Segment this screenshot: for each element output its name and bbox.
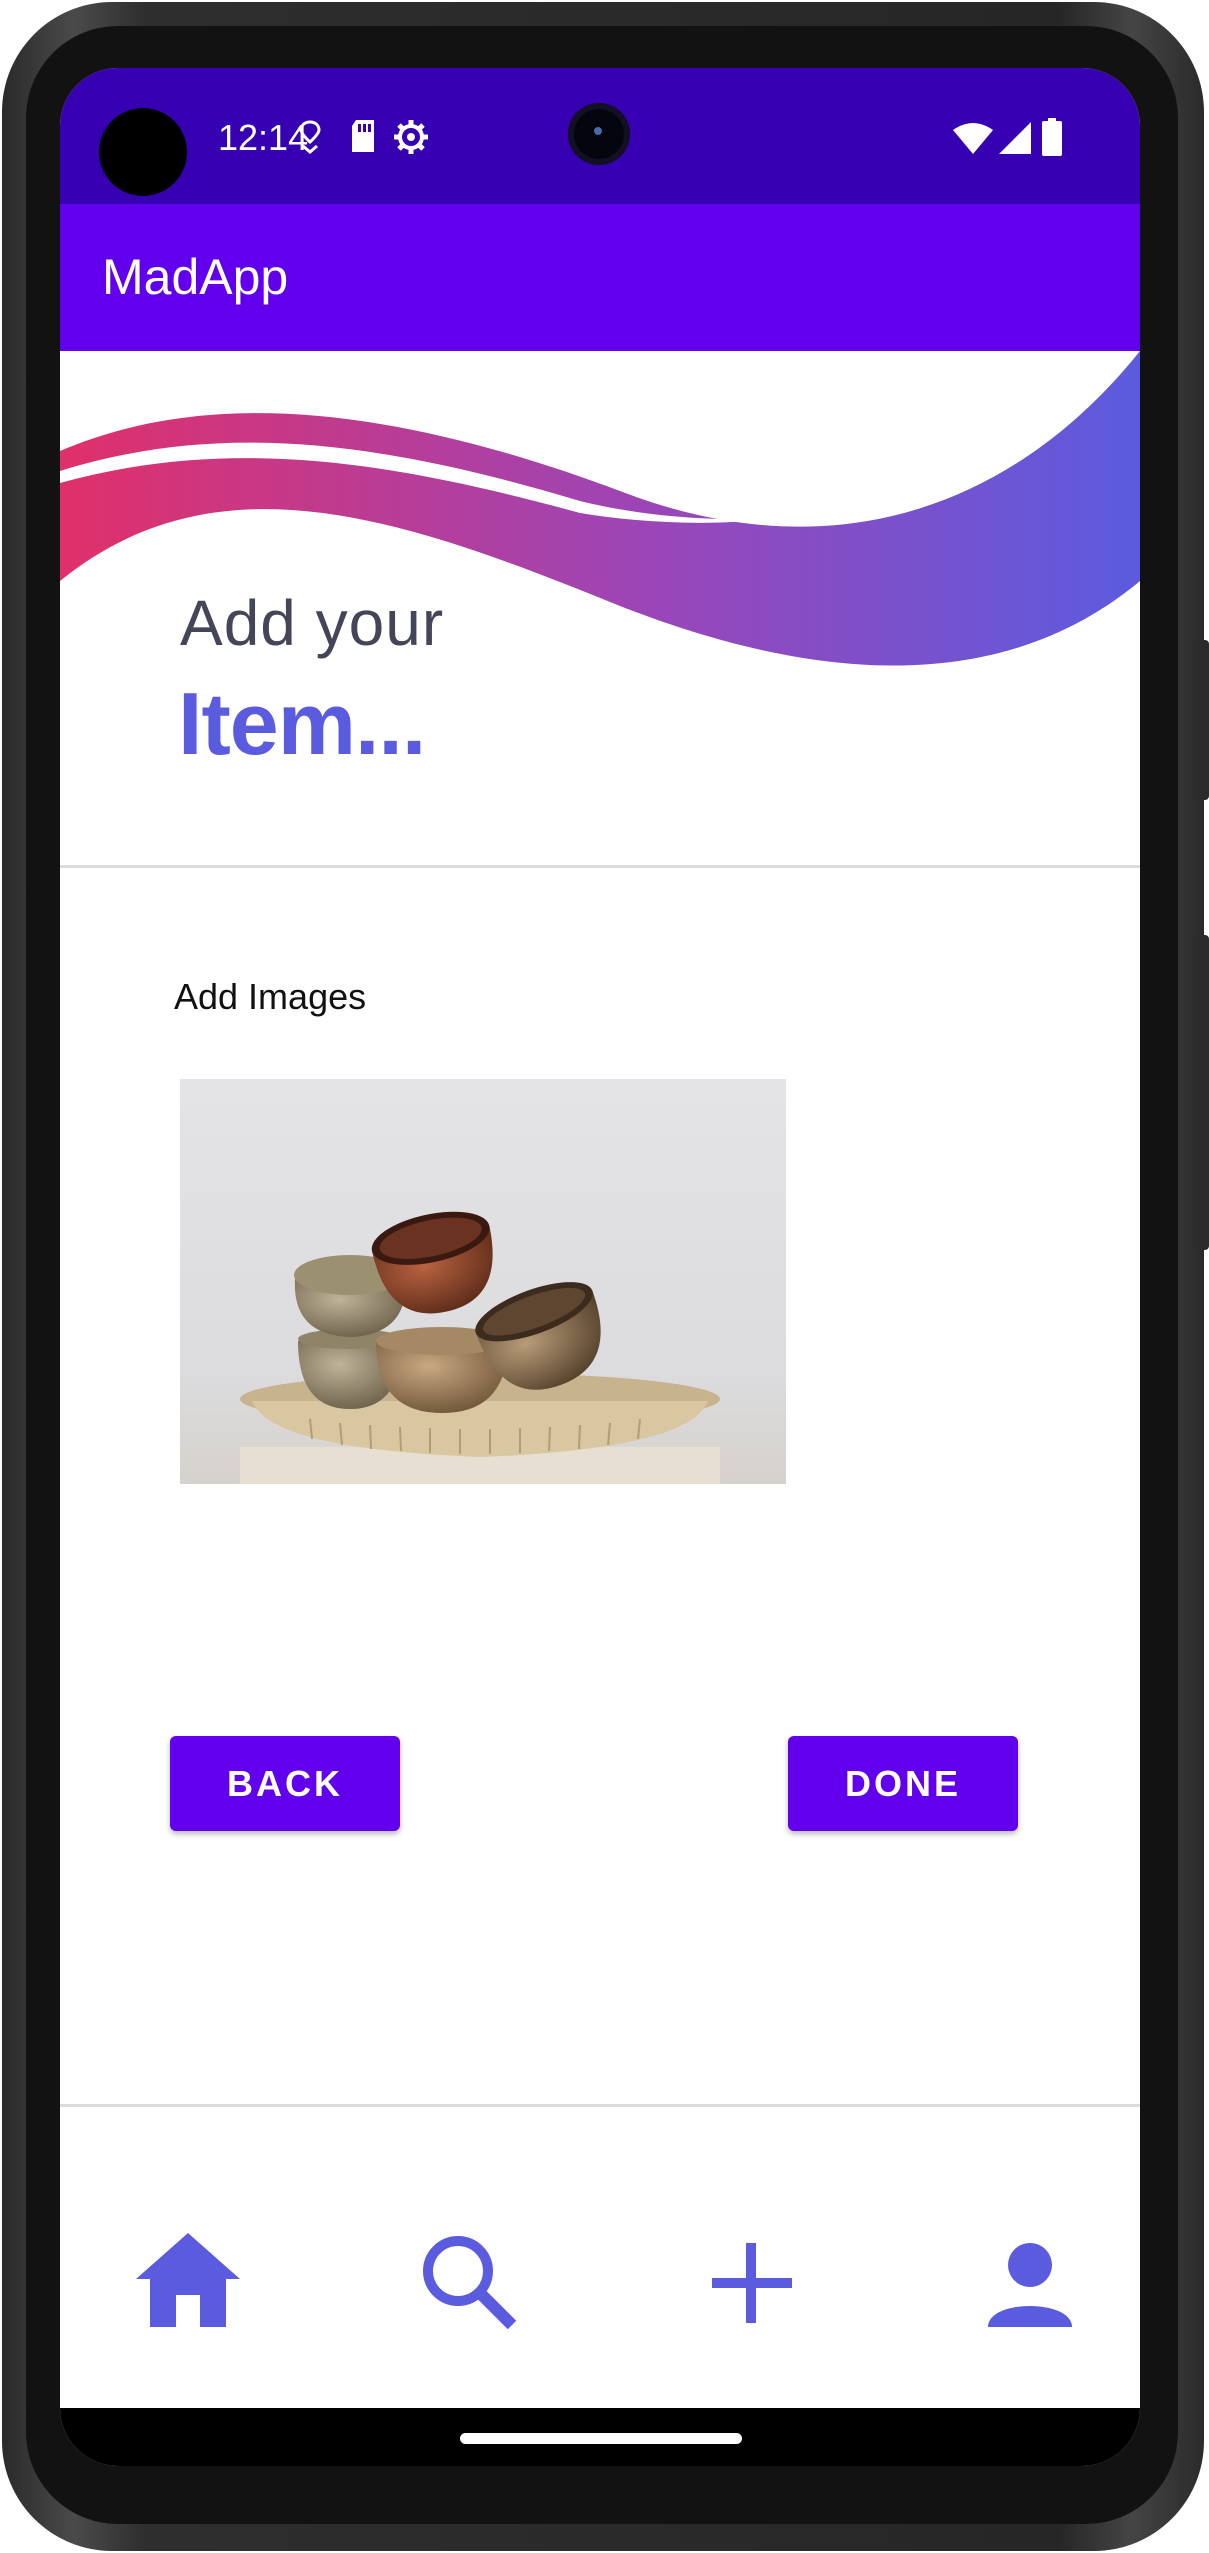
wifi-icon — [953, 122, 993, 159]
status-time: 12:14 — [218, 117, 309, 158]
screen: 12:14 MadApp Add your Item... Add Images… — [60, 68, 1140, 2466]
status-bar: 12:14 — [60, 68, 1140, 204]
page-title: Item... — [178, 674, 426, 773]
back-button[interactable]: BACK — [170, 1736, 400, 1831]
battery-icon — [1042, 118, 1062, 161]
power-button — [1199, 935, 1209, 1250]
home-gesture-handle[interactable] — [460, 2433, 742, 2444]
item-image[interactable] — [180, 1079, 786, 1484]
nav-profile[interactable] — [970, 2227, 1090, 2347]
done-button[interactable]: DONE — [788, 1736, 1018, 1831]
sd-card-icon — [348, 118, 378, 159]
bottom-navigation — [60, 2107, 1140, 2413]
nav-home[interactable] — [128, 2227, 248, 2347]
nav-search[interactable] — [412, 2227, 532, 2347]
app-title: MadApp — [102, 249, 289, 305]
home-icon — [136, 2233, 240, 2327]
profile-icon — [988, 2243, 1072, 2327]
heading-subtitle: Add your — [180, 587, 445, 659]
phone-device: 12:14 MadApp Add your Item... Add Images… — [0, 0, 1209, 2553]
camera-cutout — [99, 108, 187, 196]
front-camera — [568, 103, 630, 165]
divider — [60, 865, 1140, 868]
add-images-label: Add Images — [174, 976, 367, 1017]
add-icon — [712, 2243, 792, 2323]
settings-gear-icon — [392, 118, 430, 161]
search-icon — [423, 2236, 517, 2330]
location-pin-icon — [296, 118, 324, 163]
nav-add[interactable] — [692, 2227, 812, 2347]
app-bar: MadApp — [60, 204, 1140, 351]
cell-signal-icon — [999, 122, 1031, 159]
volume-button — [1199, 640, 1209, 800]
